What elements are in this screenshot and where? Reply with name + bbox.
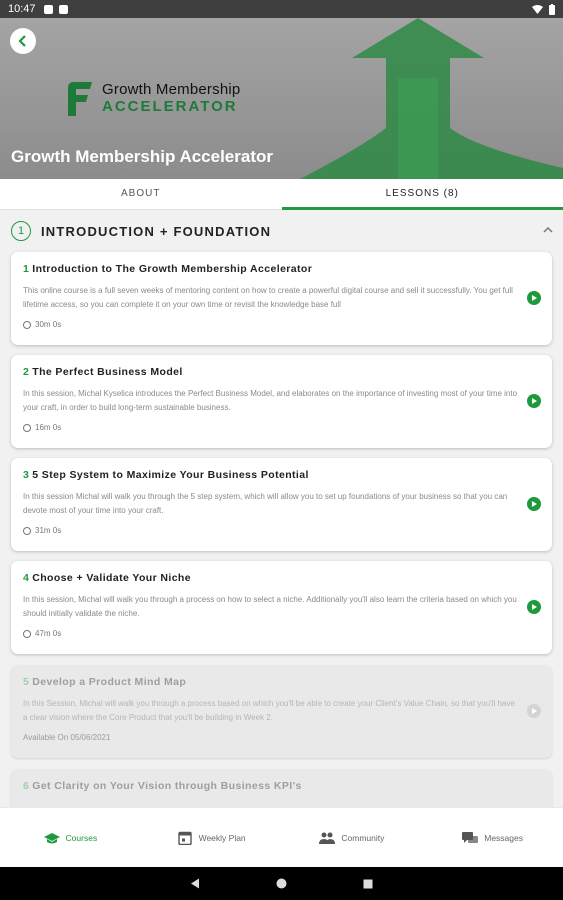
recents-square-icon[interactable] (363, 879, 373, 889)
growth-arrow-graphic (300, 18, 563, 179)
section-title: INTRODUCTION + FOUNDATION (41, 223, 272, 239)
lesson-card[interactable]: 1 Introduction to The Growth Membership A… (11, 252, 552, 345)
lesson-card[interactable]: 2 The Perfect Business Model In this sess… (11, 355, 552, 448)
sd-card-status-icon (58, 4, 68, 14)
lesson-title: 1 Introduction to The Growth Membership A… (23, 263, 540, 275)
nav-community-label: Community (341, 832, 385, 843)
course-logo: Growth Membership ACCELERATOR (64, 80, 240, 116)
lesson-title-text: 5 Step System to Maximize Your Business … (32, 469, 309, 481)
lesson-availability-text: Available On 05/06/2021 (23, 733, 111, 742)
lesson-duration-text: 16m 0s (35, 423, 62, 432)
lesson-number: 2 (23, 366, 30, 378)
course-title: Growth Membership Accelerator (11, 147, 273, 166)
lesson-description: In this session, Michal Kyselica introdu… (23, 389, 518, 412)
logo-mark-icon (68, 82, 92, 116)
lesson-title: 5 Develop a Product Mind Map (23, 676, 540, 688)
play-button[interactable] (527, 394, 541, 408)
back-button[interactable] (10, 28, 36, 54)
lesson-card-locked: 5 Develop a Product Mind Map In this Sess… (11, 665, 552, 758)
wifi-icon (532, 4, 543, 14)
status-bar: 10:47 (0, 0, 563, 18)
course-tabs: ABOUT LESSONS (8) (0, 179, 563, 210)
lesson-title-text: Introduction to The Growth Membership Ac… (32, 263, 313, 275)
chevron-left-icon (18, 35, 26, 47)
lesson-duration-text: 47m 0s (35, 629, 62, 638)
lesson-title-text: Choose + Validate Your Niche (32, 572, 191, 584)
lesson-number: 5 (23, 676, 30, 688)
lesson-title: 2 The Perfect Business Model (23, 366, 540, 378)
tab-lessons[interactable]: LESSONS (8) (281, 179, 563, 210)
clock-icon (23, 629, 31, 638)
battery-icon (549, 3, 555, 15)
nav-courses[interactable]: Courses (0, 808, 141, 867)
lesson-number: 3 (23, 469, 30, 481)
back-triangle-icon[interactable] (190, 878, 200, 889)
clock-icon (23, 526, 31, 535)
play-button[interactable] (527, 600, 541, 614)
status-time: 10:47 (8, 3, 36, 15)
lesson-duration: 31m 0s (23, 526, 540, 535)
lesson-duration: 16m 0s (23, 423, 540, 432)
play-button[interactable] (527, 497, 541, 511)
lesson-title-text: The Perfect Business Model (32, 366, 183, 378)
course-header: Growth Membership ACCELERATOR Growth Mem… (0, 18, 563, 179)
lesson-title-text: Get Clarity on Your Vision through Busin… (32, 780, 302, 792)
graduation-cap-icon (43, 832, 60, 843)
nav-community[interactable]: Community (282, 808, 423, 867)
home-circle-icon[interactable] (276, 878, 287, 889)
clock-icon (23, 423, 31, 432)
nav-messages[interactable]: Messages (422, 808, 563, 867)
settings-status-icon (43, 4, 53, 14)
lesson-description: In this session Michal will walk you thr… (23, 492, 508, 515)
nav-weekly-plan[interactable]: Weekly Plan (141, 808, 282, 867)
lesson-duration-text: 31m 0s (35, 526, 62, 535)
section-header[interactable]: 1 INTRODUCTION + FOUNDATION (0, 210, 563, 252)
logo-line-1: Growth Membership (102, 81, 241, 98)
nav-weekly-plan-label: Weekly Plan (198, 832, 246, 843)
system-navigation-bar (0, 867, 563, 900)
lesson-description: In this Session, Michal will walk you th… (23, 699, 515, 722)
lesson-number: 6 (23, 780, 30, 792)
play-button[interactable] (527, 291, 541, 305)
lesson-duration: 47m 0s (23, 629, 540, 638)
lesson-availability: Available On 05/06/2021 (23, 733, 540, 742)
chat-icon (462, 831, 479, 843)
lesson-number: 4 (23, 572, 30, 584)
nav-messages-label: Messages (484, 832, 523, 843)
lesson-title-text: Develop a Product Mind Map (32, 676, 187, 688)
play-button-disabled (527, 704, 541, 718)
lesson-title: 6 Get Clarity on Your Vision through Busi… (23, 780, 540, 792)
lesson-card[interactable]: 4 Choose + Validate Your Niche In this se… (11, 561, 552, 654)
section-number: 1 (11, 221, 31, 241)
lesson-card-locked: 6 Get Clarity on Your Vision through Busi… (11, 769, 552, 807)
people-icon (319, 832, 336, 844)
lessons-list: 1 INTRODUCTION + FOUNDATION 1 Introductio… (0, 210, 563, 807)
nav-courses-label: Courses (65, 832, 98, 843)
calendar-icon (177, 831, 192, 845)
lesson-description: This online course is a full seven weeks… (23, 286, 513, 309)
chevron-up-icon[interactable] (543, 226, 553, 233)
lesson-duration: 30m 0s (23, 320, 540, 329)
lesson-duration-text: 30m 0s (35, 320, 62, 329)
bottom-navigation: Courses Weekly Plan Community Messages (0, 807, 563, 867)
logo-line-2: ACCELERATOR (102, 98, 238, 115)
lesson-title: 35 Step System to Maximize Your Business… (23, 469, 540, 481)
clock-icon (23, 320, 31, 329)
lesson-card[interactable]: 35 Step System to Maximize Your Business… (11, 458, 552, 551)
lesson-title: 4 Choose + Validate Your Niche (23, 572, 540, 584)
lesson-description: In this session, Michal will walk you th… (23, 595, 517, 618)
tab-about[interactable]: ABOUT (0, 179, 282, 209)
lesson-number: 1 (23, 263, 30, 275)
